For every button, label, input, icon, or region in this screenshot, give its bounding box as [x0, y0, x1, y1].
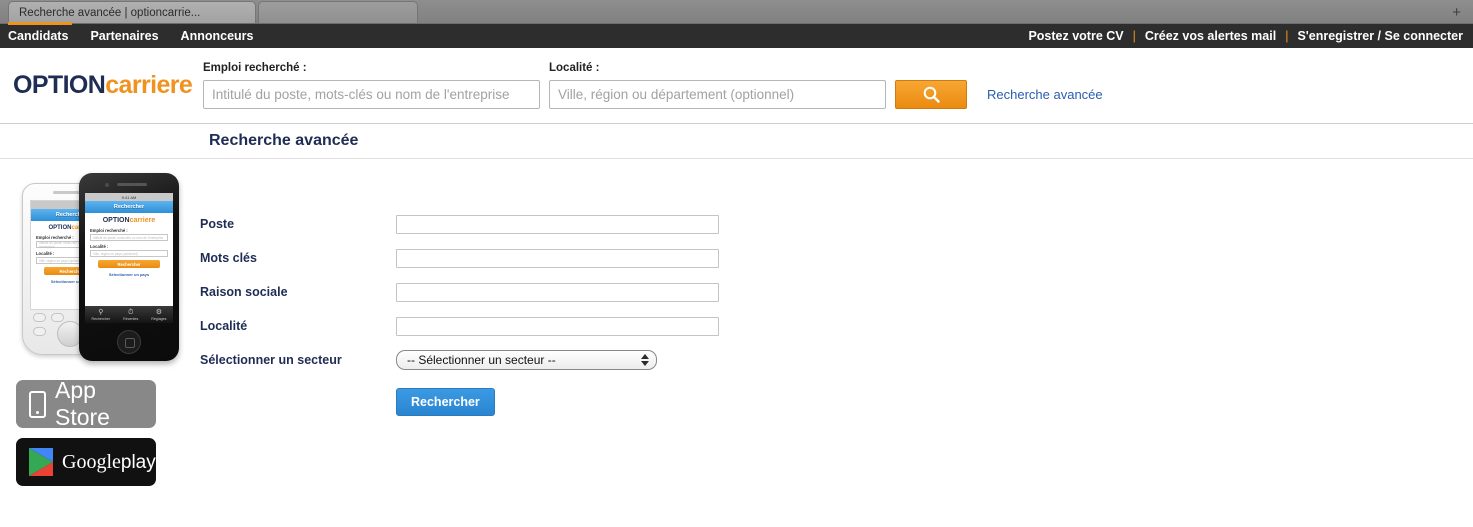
iphone-job-input: Intitulé du poste, mots-clés ou nom de l… — [90, 234, 168, 241]
logo-text-carriere: carriere — [105, 71, 193, 99]
nav-item-register-login[interactable]: S'enregistrer / Se connecter — [1297, 29, 1463, 43]
nav-item-annonceurs[interactable]: Annonceurs — [181, 29, 254, 43]
iphone-screen: 9:41 AM Rechercher OPTIONcarriere Emploi… — [85, 193, 173, 323]
play-triangle-icon — [29, 448, 53, 476]
location-field-block: Localité : — [549, 62, 886, 109]
search-button[interactable] — [895, 80, 967, 109]
iphone-app-bar: Rechercher — [85, 201, 173, 213]
google-play-badge[interactable]: Googleplay — [16, 438, 156, 486]
page-body: Rechercher OPTIONcarriere Emploi recherc… — [0, 159, 1473, 527]
nav-separator: | — [1132, 29, 1136, 43]
iphone-home-button — [117, 330, 141, 354]
gear-icon: ⚙ — [155, 308, 163, 316]
nav-item-partenaires[interactable]: Partenaires — [90, 29, 158, 43]
iphone-tab-search: ⚲ Rechercher — [92, 309, 111, 321]
form-submit-row: Rechercher — [200, 377, 1473, 416]
browser-tab-title: Recherche avancée | optioncarrie... — [19, 6, 201, 19]
google-play-label: Googleplay — [62, 451, 156, 474]
browser-tab-active[interactable]: Recherche avancée | optioncarrie... — [8, 1, 256, 23]
search-icon — [923, 86, 940, 103]
form-row-raison-sociale: Raison sociale — [200, 275, 1473, 309]
iphone-status-time: 9:41 AM — [121, 194, 137, 200]
site-header: OPTIONcarriere Emploi recherché : Locali… — [0, 48, 1473, 124]
logo-text-option: OPTION — [13, 71, 106, 99]
iphone-tab-search-label: Rechercher — [91, 316, 111, 321]
android-button-left — [33, 313, 46, 322]
location-field-label: Localité : — [549, 62, 600, 74]
iphone-status-bar: 9:41 AM — [85, 193, 173, 201]
label-localite: Localité — [200, 319, 248, 333]
input-mots-cles[interactable] — [396, 248, 719, 268]
top-nav-left-group: Candidats Partenaires Annonceurs — [8, 29, 253, 43]
iphone-search-button: Rechercher — [98, 260, 160, 268]
nav-item-post-cv[interactable]: Postez votre CV — [1028, 29, 1123, 43]
job-field-block: Emploi recherché : — [203, 62, 540, 109]
input-raison-sociale[interactable] — [396, 282, 719, 302]
location-search-input[interactable] — [549, 80, 886, 109]
form-row-mots-cles: Mots clés — [200, 241, 1473, 275]
label-mots-cles: Mots clés — [200, 251, 257, 265]
nav-separator: | — [1285, 29, 1289, 43]
iphone-mini-logo: OPTIONcarriere — [90, 217, 168, 224]
page-title-bar: Recherche avancée — [0, 124, 1473, 159]
page-title: Recherche avancée — [209, 132, 359, 149]
browser-tab-inactive[interactable] — [258, 1, 418, 23]
iphone-mockup: 9:41 AM Rechercher OPTIONcarriere Emploi… — [79, 173, 179, 361]
form-row-secteur: Sélectionner un secteur -- Sélectionner … — [200, 343, 1473, 377]
label-poste: Poste — [200, 217, 235, 231]
new-tab-icon[interactable]: + — [1452, 5, 1461, 20]
iphone-tab-recent-label: Récentes — [123, 316, 139, 321]
iphone-icon — [29, 390, 46, 418]
advanced-search-form: Poste Mots clés Raison sociale Localité … — [200, 159, 1473, 527]
phone-mockup-image: Rechercher OPTIONcarriere Emploi recherc… — [16, 173, 181, 363]
form-row-localite: Localité — [200, 309, 1473, 343]
iphone-tab-settings-label: Réglages — [151, 316, 167, 321]
iphone-tab-recent: ⏱ Récentes — [123, 309, 138, 321]
job-field-label: Emploi recherché : — [203, 62, 307, 74]
select-secteur[interactable]: -- Sélectionner un secteur -- — [396, 350, 657, 370]
job-search-input[interactable] — [203, 80, 540, 109]
label-raison-sociale: Raison sociale — [200, 285, 288, 299]
browser-tab-bar: Recherche avancée | optioncarrie... + — [0, 0, 1473, 25]
input-localite[interactable] — [396, 316, 719, 336]
label-secteur: Sélectionner un secteur — [200, 353, 342, 367]
iphone-app-body: OPTIONcarriere Emploi recherché : Intitu… — [85, 213, 173, 281]
header-search-group: Emploi recherché : Localité : Recherche … — [203, 62, 1103, 109]
google-play-label-play: play — [120, 451, 156, 473]
iphone-country-link: Sélectionner un pays — [108, 272, 150, 277]
iphone-job-label: Emploi recherché : — [90, 228, 128, 233]
google-play-label-google: Google — [62, 450, 121, 473]
iphone-speaker — [117, 183, 147, 186]
iphone-loc-label: Localité : — [90, 244, 109, 249]
chevron-updown-icon — [638, 352, 651, 368]
android-logo-option: OPTION — [48, 225, 72, 231]
iphone-tab-bar: ⚲ Rechercher ⏱ Récentes ⚙ Réglages — [85, 306, 173, 323]
top-nav-right-group: Postez votre CV | Créez vos alertes mail… — [1028, 29, 1463, 43]
new-tab-area: + — [418, 1, 1473, 23]
iphone-loc-input: Ville, région ou pays (optionnel) — [90, 250, 168, 257]
advanced-search-link[interactable]: Recherche avancée — [987, 87, 1103, 102]
magnifier-icon: ⚲ — [98, 308, 104, 316]
form-row-poste: Poste — [200, 207, 1473, 241]
app-store-badge[interactable]: App Store — [16, 377, 156, 430]
iphone-logo-option: OPTION — [102, 217, 130, 224]
site-logo[interactable]: OPTIONcarriere — [8, 71, 203, 100]
android-button-call — [33, 327, 46, 336]
nav-item-mail-alerts[interactable]: Créez vos alertes mail — [1145, 29, 1276, 43]
nav-item-candidats[interactable]: Candidats — [8, 29, 68, 43]
android-button-menu — [51, 313, 64, 322]
iphone-logo-carriere: carriere — [129, 217, 156, 224]
input-poste[interactable] — [396, 214, 719, 234]
clock-icon: ⏱ — [127, 308, 134, 316]
app-store-label: App Store — [55, 377, 110, 430]
sidebar: Rechercher OPTIONcarriere Emploi recherc… — [0, 159, 200, 527]
submit-search-button[interactable]: Rechercher — [396, 388, 495, 416]
select-secteur-value: -- Sélectionner un secteur -- — [407, 353, 556, 367]
site-top-nav: Candidats Partenaires Annonceurs Postez … — [0, 24, 1473, 48]
iphone-camera — [105, 183, 109, 187]
tab-accent-bar — [8, 22, 72, 25]
iphone-tab-settings: ⚙ Réglages — [151, 309, 166, 321]
